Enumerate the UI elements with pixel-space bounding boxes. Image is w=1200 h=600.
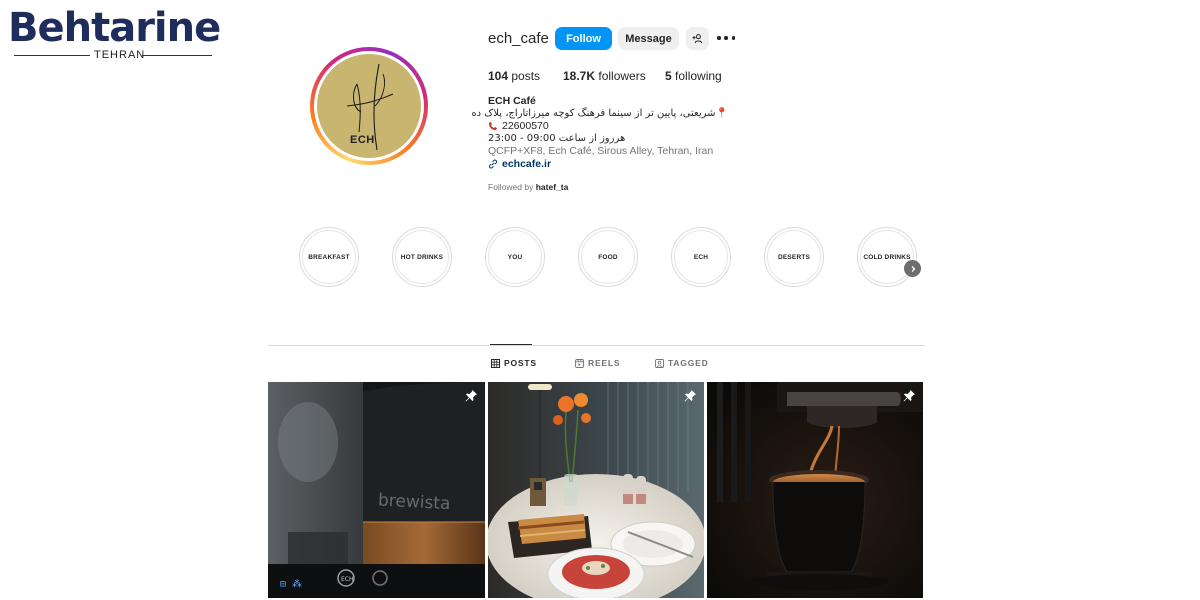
highlight-you[interactable]: YOU	[485, 227, 545, 287]
tab-posts[interactable]: POSTS	[491, 358, 537, 368]
profile-display-name: ECH Café	[488, 95, 536, 107]
grid-icon	[491, 358, 500, 368]
post-tile-table[interactable]	[488, 382, 704, 598]
tab-tagged[interactable]: TAGGED	[655, 358, 709, 368]
link-icon	[488, 159, 498, 169]
suggested-users-button[interactable]	[686, 27, 709, 50]
post-image-kettle: brewista ⊟ ⁂ ECH	[268, 382, 485, 598]
more-options-icon[interactable]	[717, 31, 735, 45]
highlight-hot-drinks[interactable]: HOT DRINKS	[392, 227, 452, 287]
highlight-label: ECH	[693, 253, 709, 261]
profile-bio: ECH Café 📍شریعتی، پایین تر از سینما فرهن…	[471, 95, 728, 171]
post-tile-espresso[interactable]	[707, 382, 923, 598]
highlight-food[interactable]: FOOD	[578, 227, 638, 287]
add-user-icon	[692, 34, 703, 44]
profile-username: ech_cafe	[488, 30, 549, 47]
highlight-label: DESERTS	[777, 253, 811, 261]
message-button[interactable]: Message	[618, 27, 679, 50]
highlights-next-button[interactable]	[904, 260, 921, 277]
post-kettle-brand-text: brewista	[378, 490, 451, 514]
highlight-label: HOT DRINKS	[400, 253, 444, 261]
watermark-line-right	[142, 55, 212, 56]
reels-icon	[575, 358, 584, 368]
post-image-espresso	[707, 382, 923, 598]
bio-hours: هرروز از ساعت 09:00 - 23:00	[488, 133, 625, 146]
stat-posts[interactable]: 104 posts	[488, 69, 540, 83]
tagged-icon	[655, 358, 664, 368]
watermark-word: Behtarine	[8, 5, 221, 51]
avatar-image: ECH	[317, 54, 421, 158]
avatar-text: ECH	[350, 134, 375, 146]
post-image-table	[488, 382, 704, 598]
post-tile-kettle[interactable]: brewista ⊟ ⁂ ECH	[268, 382, 485, 598]
active-tab-indicator	[490, 344, 532, 345]
highlight-cold-drinks[interactable]: COLD DRINKS	[857, 227, 917, 287]
svg-text:ECH: ECH	[341, 576, 354, 583]
highlight-label: YOU	[507, 253, 523, 261]
stat-following[interactable]: 5 following	[665, 69, 722, 83]
watermark-line-left	[14, 55, 90, 56]
highlight-breakfast[interactable]: BREAKFAST	[299, 227, 359, 287]
chevron-right-icon	[911, 265, 915, 272]
follow-button[interactable]: Follow	[555, 27, 612, 50]
tab-reels[interactable]: REELS	[575, 358, 620, 368]
stat-followers[interactable]: 18.7K followers	[563, 69, 646, 83]
location-pin-icon: 📍	[715, 107, 728, 119]
highlight-label: COLD DRINKS	[863, 253, 911, 261]
followed-by[interactable]: Followed by hatef_ta	[488, 182, 568, 192]
svg-text:⊟ ⁂: ⊟ ⁂	[280, 579, 302, 590]
highlight-ech[interactable]: ECH	[671, 227, 731, 287]
pinned-icon	[465, 390, 477, 402]
bio-link[interactable]: echcafe.ir	[488, 158, 728, 171]
bio-address-fa: 📍شریعتی، پایین تر از سینما فرهنگ کوچه می…	[471, 107, 728, 119]
watermark-logo: Behtarine TEHRAN	[8, 6, 221, 64]
phone-icon	[489, 122, 497, 131]
pinned-icon	[684, 390, 696, 402]
bio-phone: 22600570	[488, 120, 728, 133]
highlight-deserts[interactable]: DESERTS	[764, 227, 824, 287]
bio-address-en: QCFP+XF8, Ech Café, Sirous Alley, Tehran…	[488, 145, 714, 158]
watermark-sub: TEHRAN	[94, 49, 146, 61]
tabs-divider	[268, 345, 925, 346]
profile-avatar[interactable]: ECH	[310, 47, 428, 165]
highlight-label: FOOD	[598, 253, 618, 261]
pinned-icon	[903, 390, 915, 402]
highlight-label: BREAKFAST	[308, 253, 350, 261]
